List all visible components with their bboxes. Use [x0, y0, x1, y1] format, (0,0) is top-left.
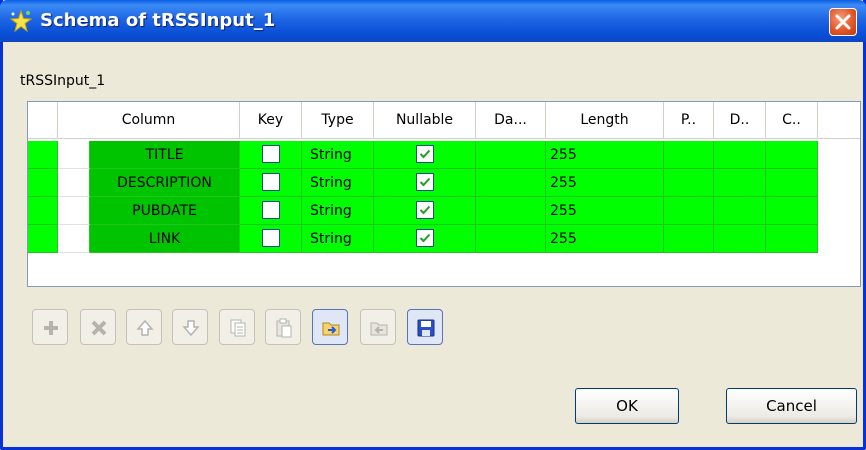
- cell-length[interactable]: 255: [546, 141, 664, 169]
- cell-nullable[interactable]: [374, 141, 476, 169]
- cell-length[interactable]: 255: [546, 225, 664, 253]
- header-nullable[interactable]: Nullable: [374, 102, 476, 138]
- paste-icon: [276, 318, 292, 338]
- cell-column-name[interactable]: LINK: [90, 225, 240, 253]
- ok-button[interactable]: OK: [575, 388, 679, 424]
- cell-type[interactable]: String: [302, 197, 374, 225]
- cell-column-name[interactable]: PUBDATE: [90, 197, 240, 225]
- table-row[interactable]: PUBDATE String 255: [28, 197, 818, 225]
- cell-nullable[interactable]: [374, 169, 476, 197]
- delete-icon: [91, 320, 107, 336]
- save-icon: [417, 319, 435, 337]
- row-selector[interactable]: [28, 197, 58, 225]
- window-title: Schema of tRSSInput_1: [40, 10, 276, 31]
- component-name-label: tRSSInput_1: [20, 73, 106, 89]
- key-checkbox[interactable]: [262, 145, 280, 163]
- table-row[interactable]: LINK String 255: [28, 225, 818, 253]
- cell-key[interactable]: [240, 141, 302, 169]
- row-selector-header: [28, 102, 58, 138]
- save-schema-button[interactable]: [407, 309, 443, 345]
- check-icon: [419, 149, 431, 159]
- row-spacer: [58, 141, 90, 169]
- cell-column-name[interactable]: DESCRIPTION: [90, 169, 240, 197]
- row-selector[interactable]: [28, 141, 58, 169]
- row-spacer: [58, 197, 90, 225]
- close-button[interactable]: [829, 8, 857, 36]
- key-checkbox[interactable]: [262, 229, 280, 247]
- table-header: Column Key Type Nullable Da... Length P.…: [28, 102, 860, 139]
- check-icon: [419, 233, 431, 243]
- key-checkbox[interactable]: [262, 201, 280, 219]
- check-icon: [419, 177, 431, 187]
- copy-button[interactable]: [219, 309, 255, 345]
- cell-key[interactable]: [240, 169, 302, 197]
- header-precision[interactable]: P..: [664, 102, 714, 138]
- cell-date-pattern[interactable]: [476, 197, 546, 225]
- cell-default[interactable]: [714, 197, 766, 225]
- paste-button[interactable]: [265, 309, 301, 345]
- close-icon: [835, 14, 851, 30]
- move-down-button[interactable]: [172, 309, 208, 345]
- add-icon: [44, 321, 58, 335]
- row-spacer: [58, 225, 90, 253]
- schema-table: Column Key Type Nullable Da... Length P.…: [27, 101, 861, 287]
- cell-comment[interactable]: [766, 141, 818, 169]
- cell-column-name[interactable]: TITLE: [90, 141, 240, 169]
- header-key[interactable]: Key: [240, 102, 302, 138]
- cell-date-pattern[interactable]: [476, 169, 546, 197]
- cell-default[interactable]: [714, 169, 766, 197]
- cell-nullable[interactable]: [374, 197, 476, 225]
- cell-length[interactable]: 255: [546, 169, 664, 197]
- schema-dialog: Schema of tRSSInput_1 tRSSInput_1 Column…: [0, 0, 866, 450]
- row-spacer: [58, 169, 90, 197]
- cell-key[interactable]: [240, 225, 302, 253]
- import-schema-icon: [322, 322, 340, 336]
- header-date-pattern[interactable]: Da...: [476, 102, 546, 138]
- cell-type[interactable]: String: [302, 225, 374, 253]
- key-checkbox[interactable]: [262, 173, 280, 191]
- title-bar[interactable]: Schema of tRSSInput_1: [0, 0, 866, 42]
- cell-default[interactable]: [714, 225, 766, 253]
- export-schema-button[interactable]: [360, 309, 396, 345]
- import-schema-button[interactable]: [312, 309, 348, 345]
- header-length[interactable]: Length: [546, 102, 664, 138]
- cell-precision[interactable]: [664, 225, 714, 253]
- row-selector[interactable]: [28, 169, 58, 197]
- cell-precision[interactable]: [664, 169, 714, 197]
- cell-key[interactable]: [240, 197, 302, 225]
- copy-icon: [230, 319, 246, 337]
- export-schema-icon: [370, 322, 388, 336]
- cell-nullable[interactable]: [374, 225, 476, 253]
- add-button[interactable]: [32, 309, 68, 345]
- cell-comment[interactable]: [766, 225, 818, 253]
- cell-comment[interactable]: [766, 197, 818, 225]
- header-type[interactable]: Type: [302, 102, 374, 138]
- check-icon: [419, 205, 431, 215]
- cell-date-pattern[interactable]: [476, 141, 546, 169]
- row-selector[interactable]: [28, 225, 58, 253]
- nullable-checkbox[interactable]: [416, 229, 434, 247]
- cancel-button[interactable]: Cancel: [726, 388, 857, 424]
- header-comment[interactable]: C..: [766, 102, 818, 138]
- table-row[interactable]: TITLE String 255: [28, 141, 818, 169]
- delete-button[interactable]: [80, 309, 116, 345]
- sparkle-icon: [9, 9, 33, 33]
- cell-length[interactable]: 255: [546, 197, 664, 225]
- move-up-button[interactable]: [126, 309, 162, 345]
- cell-comment[interactable]: [766, 169, 818, 197]
- nullable-checkbox[interactable]: [416, 201, 434, 219]
- header-column[interactable]: Column: [58, 102, 240, 138]
- header-default[interactable]: D..: [714, 102, 766, 138]
- cell-precision[interactable]: [664, 141, 714, 169]
- cell-type[interactable]: String: [302, 169, 374, 197]
- nullable-checkbox[interactable]: [416, 173, 434, 191]
- nullable-checkbox[interactable]: [416, 145, 434, 163]
- cell-default[interactable]: [714, 141, 766, 169]
- cell-precision[interactable]: [664, 197, 714, 225]
- cell-date-pattern[interactable]: [476, 225, 546, 253]
- move-down-icon: [182, 320, 200, 337]
- table-row[interactable]: DESCRIPTION String 255: [28, 169, 818, 197]
- move-up-icon: [136, 319, 154, 336]
- cell-type[interactable]: String: [302, 141, 374, 169]
